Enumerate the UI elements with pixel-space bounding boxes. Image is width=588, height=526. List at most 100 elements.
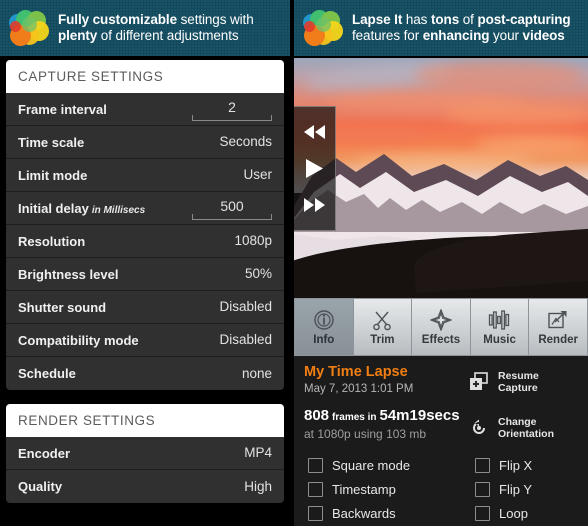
capture-setting-row[interactable]: Time scale Seconds <box>6 126 284 159</box>
play-button[interactable] <box>302 155 328 181</box>
banner-right-bold-1: Lapse It <box>352 11 403 27</box>
banner-right-text-a: features for <box>352 28 423 43</box>
capture-setting-row-label: Compatibility mode <box>18 332 139 348</box>
capture-setting-row-sublabel: in Millisecs <box>91 204 146 216</box>
capture-setting-row-input[interactable]: 500 <box>192 197 272 220</box>
render-setting-row-label: Quality <box>18 479 63 494</box>
checkbox-label: Flip Y <box>499 481 532 497</box>
capture-setting-row-label: Initial delay in Millisecs <box>18 200 146 216</box>
checkbox-box[interactable] <box>475 481 490 497</box>
output-options: Square mode Flip X Timestamp Flip Y Backward… <box>294 452 588 526</box>
render-setting-row[interactable]: Quality High <box>6 470 284 503</box>
capture-setting-row-label: Time scale <box>18 134 85 150</box>
checkbox-backwards[interactable]: Backwards <box>308 501 441 525</box>
capture-setting-row-value: Disabled <box>219 332 272 347</box>
capture-setting-row-value-wrap: Disabled <box>219 331 272 349</box>
video-preview[interactable] <box>294 58 588 298</box>
tab-info[interactable]: Info <box>294 298 354 356</box>
playback-controls <box>294 106 336 231</box>
capture-setting-row[interactable]: Frame interval 2 <box>6 93 284 126</box>
banner-right-bold-3: post-capturing <box>477 11 571 27</box>
checkbox-box[interactable] <box>475 457 490 473</box>
resume-capture-button[interactable]: Resume Capture <box>468 364 584 400</box>
capture-setting-row-label: Limit mode <box>18 167 88 183</box>
export-icon <box>547 308 569 332</box>
checkbox-box[interactable] <box>308 481 323 497</box>
capture-setting-row[interactable]: Brightness level 50% <box>6 258 284 291</box>
settings-panel: CAPTURE SETTINGS Frame interval 2 Time sca… <box>0 60 290 526</box>
capture-setting-row-value: 2 <box>228 98 236 115</box>
banner-right-bold-2: tons <box>431 11 460 27</box>
checkbox-label: Backwards <box>332 505 396 521</box>
equalizer-icon <box>488 308 512 332</box>
capture-setting-row-label: Frame interval <box>18 101 107 117</box>
render-setting-row-value-wrap: MP4 <box>244 444 272 462</box>
capture-setting-row-input[interactable]: 2 <box>192 98 272 121</box>
banner-right: Lapse It has tons of post-capturing feat… <box>294 0 588 56</box>
checkbox-flip-x[interactable]: Flip X <box>441 453 574 477</box>
capture-setting-row-label: Shutter sound <box>18 299 107 315</box>
render-setting-row-label: Encoder <box>18 445 71 461</box>
banner-left: Fully customizable settings with plenty … <box>0 0 290 56</box>
render-settings-header: RENDER SETTINGS <box>6 404 284 437</box>
checkbox-loop[interactable]: Loop <box>441 501 574 525</box>
checkbox-flip-y[interactable]: Flip Y <box>441 477 574 501</box>
banner-left-bold-2: plenty <box>58 28 98 43</box>
capture-setting-row[interactable]: Schedule none <box>6 357 284 390</box>
checkbox-label: Square mode <box>332 457 411 473</box>
banner-right-bold-5: videos <box>522 28 565 43</box>
checkbox-box[interactable] <box>308 505 323 521</box>
resume-capture-line2: Capture <box>498 382 538 394</box>
capture-setting-row-value: none <box>241 365 272 381</box>
capture-setting-row-label: Schedule <box>18 366 76 381</box>
render-settings-card: RENDER SETTINGS Encoder MP4 Quality High <box>6 404 284 503</box>
checkbox-square-mode[interactable]: Square mode <box>308 453 441 477</box>
capture-setting-row-value: Disabled <box>219 299 272 314</box>
tab-label: Music <box>483 334 516 346</box>
banner-right-text: Lapse It has tons of post-capturing feat… <box>352 12 577 45</box>
render-setting-row[interactable]: Encoder MP4 <box>6 437 284 470</box>
resume-capture-line1: Resume <box>498 369 539 382</box>
add-layer-icon <box>468 371 490 393</box>
sparkle-icon <box>429 308 452 332</box>
capture-setting-row-value-wrap: Disabled <box>219 298 272 316</box>
capture-setting-row-value-wrap: User <box>243 166 272 184</box>
capture-setting-row-value-wrap: Seconds <box>219 133 272 151</box>
rotate-icon <box>468 417 490 439</box>
project-actions: Resume Capture Change Orientation <box>468 364 584 446</box>
app-root: Fully customizable settings with plenty … <box>0 0 588 526</box>
banner-left-rest-2: of different adjustments <box>97 28 239 43</box>
capture-setting-row[interactable]: Limit mode User <box>6 159 284 192</box>
capture-setting-row-value-wrap: 50% <box>245 265 272 283</box>
capture-setting-row[interactable]: Shutter sound Disabled <box>6 291 284 324</box>
checkbox-label: Flip X <box>499 457 533 473</box>
tab-label: Trim <box>370 334 395 346</box>
editor-panel: Info Trim Effects Music Render My Time Lapse… <box>294 58 588 526</box>
checkbox-box[interactable] <box>308 457 323 473</box>
tab-effects[interactable]: Effects <box>412 298 471 356</box>
capture-setting-row[interactable]: Resolution 1080p <box>6 225 284 258</box>
capture-setting-row[interactable]: Initial delay in Millisecs 500 <box>6 192 284 225</box>
checkbox-box[interactable] <box>475 505 490 521</box>
checkbox-timestamp[interactable]: Timestamp <box>308 477 441 501</box>
banner-right-bold-4: enhancing <box>422 28 490 43</box>
change-orientation-button[interactable]: Change Orientation <box>468 410 584 446</box>
capture-setting-row-value: 500 <box>220 197 244 214</box>
capture-setting-row-label: Resolution <box>18 233 86 249</box>
render-setting-row-value: High <box>244 478 272 494</box>
tab-label: Effects <box>421 334 461 346</box>
change-orientation-line1: Change <box>498 415 537 428</box>
tab-render[interactable]: Render <box>529 298 588 356</box>
capture-setting-row-value: Seconds <box>219 134 272 149</box>
scissors-icon <box>371 308 393 332</box>
banner-left-text: Fully customizable settings with plenty … <box>58 12 260 45</box>
capture-setting-row[interactable]: Compatibility mode Disabled <box>6 324 284 357</box>
fast-forward-button[interactable] <box>302 192 328 218</box>
tab-music[interactable]: Music <box>470 298 530 356</box>
editor-tab-bar: Info Trim Effects Music Render <box>294 298 588 356</box>
render-settings-rows: Encoder MP4 Quality High <box>6 437 284 503</box>
rewind-button[interactable] <box>302 119 328 145</box>
tab-trim[interactable]: Trim <box>353 298 413 356</box>
frames-word: frames in <box>332 412 377 423</box>
capture-settings-rows: Frame interval 2 Time scale Seconds Limit mo… <box>6 93 284 390</box>
